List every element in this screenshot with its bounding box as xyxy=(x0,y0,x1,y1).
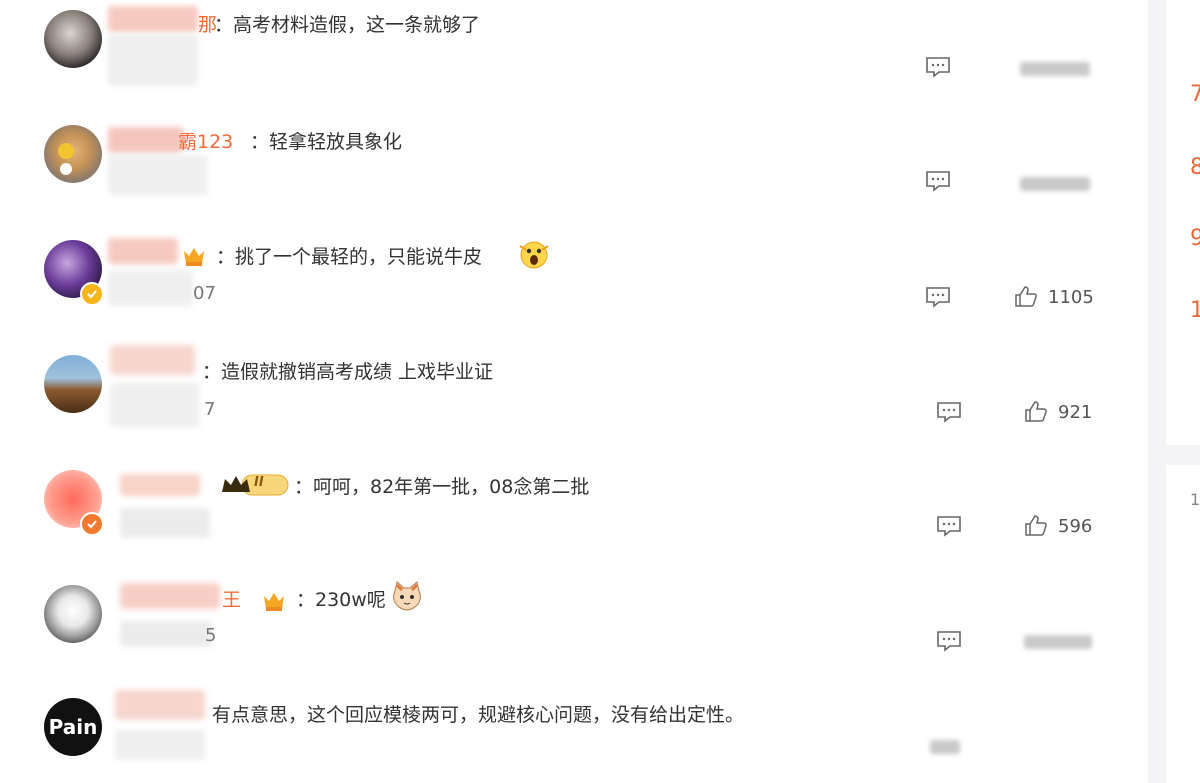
username-blurred[interactable] xyxy=(120,583,220,609)
username-blurred[interactable] xyxy=(110,345,195,375)
vip-icon[interactable] xyxy=(180,242,208,270)
comment-item: 那 ：高考材料造假，这一条就够了 xyxy=(0,0,1148,115)
like-count: 596 xyxy=(1058,515,1093,537)
like-blurred[interactable] xyxy=(1020,62,1090,76)
vip-icon[interactable] xyxy=(260,587,288,615)
rail-number: 9 xyxy=(1190,226,1200,251)
comment-text: ：高考材料造假，这一条就够了 xyxy=(214,14,481,36)
rail-number: 8 xyxy=(1190,155,1200,180)
right-card-top xyxy=(1166,0,1200,445)
reply-icon[interactable] xyxy=(925,56,951,78)
like-button[interactable]: 596 xyxy=(1024,514,1092,538)
comment-item: 霸123 ：轻拿轻放具象化 xyxy=(0,115,1148,230)
avatar-text: Pain xyxy=(48,715,98,739)
avatar[interactable]: Pain xyxy=(44,698,102,756)
verified-icon xyxy=(80,282,104,306)
avatar[interactable] xyxy=(44,355,102,413)
thumb-up-icon xyxy=(1015,286,1037,307)
reply-icon[interactable] xyxy=(936,401,962,423)
username-blurred xyxy=(115,730,205,760)
reply-icon[interactable] xyxy=(936,515,962,537)
like-blurred[interactable] xyxy=(1024,635,1092,649)
like-blurred[interactable] xyxy=(1020,177,1090,191)
username-blurred xyxy=(108,270,193,306)
comment-item: 王 ：230w呢 5 xyxy=(0,575,1148,690)
thumb-up-icon xyxy=(1025,515,1047,536)
avatar[interactable] xyxy=(44,10,102,68)
comment-item: ：造假就撤销高考成绩 上戏毕业证 7 921 xyxy=(0,345,1148,460)
comment-text: ：轻拿轻放具象化 xyxy=(250,131,403,153)
username-blurred[interactable] xyxy=(115,690,205,720)
cat-emoji-icon xyxy=(393,581,421,611)
comment-text: ：造假就撤销高考成绩 上戏毕业证 xyxy=(202,361,494,383)
username-tail[interactable]: 王 xyxy=(222,585,241,612)
username-blurred xyxy=(110,383,200,427)
post-time: 5 xyxy=(205,625,217,646)
avatar[interactable] xyxy=(44,585,102,643)
reply-icon[interactable] xyxy=(925,170,951,192)
like-button[interactable]: 921 xyxy=(1024,400,1092,424)
scream-emoji-icon xyxy=(519,241,549,269)
avatar[interactable] xyxy=(44,125,102,183)
comment-item: Pain 有点意思，这个回应模棱两可，规避核心问题，没有给出定性。 xyxy=(0,690,1148,783)
right-card-bottom xyxy=(1166,465,1200,783)
comment-item: II ：呵呵，82年第一批，08念第二批 596 xyxy=(0,460,1148,575)
like-count: 1105 xyxy=(1048,286,1094,308)
username-blurred xyxy=(108,34,198,86)
rail-number: 1 xyxy=(1190,298,1200,323)
verified-icon xyxy=(80,512,104,536)
username-blurred xyxy=(108,155,208,195)
level-badge: II xyxy=(254,475,264,490)
comment-text: ：呵呵，82年第一批，08念第二批 xyxy=(294,476,590,498)
reply-blurred[interactable] xyxy=(930,740,960,754)
rail-mark: 1 xyxy=(1190,490,1200,509)
username-blurred[interactable] xyxy=(120,474,200,496)
comment-item: ：挑了一个最轻的，只能说牛皮 07 1105 xyxy=(0,230,1148,345)
thumb-up-icon xyxy=(1025,401,1047,422)
reply-icon[interactable] xyxy=(925,286,951,308)
username-blurred xyxy=(120,621,212,647)
post-time: 7 xyxy=(204,399,216,420)
post-time: 07 xyxy=(193,283,216,304)
username-blurred xyxy=(120,508,210,538)
comment-text: 有点意思，这个回应模棱两可，规避核心问题，没有给出定性。 xyxy=(212,704,745,726)
username-tail[interactable]: 霸123 xyxy=(178,127,233,154)
username-blurred[interactable] xyxy=(108,238,178,264)
rail-number: 7 xyxy=(1190,82,1200,107)
comment-text: ：挑了一个最轻的，只能说牛皮 xyxy=(216,246,483,268)
comment-text: ：230w呢 xyxy=(296,589,386,611)
username-blurred[interactable] xyxy=(108,6,198,32)
username-blurred[interactable] xyxy=(108,127,183,153)
like-count: 921 xyxy=(1058,401,1093,423)
reply-icon[interactable] xyxy=(936,630,962,652)
like-button[interactable]: 1105 xyxy=(1014,285,1094,309)
